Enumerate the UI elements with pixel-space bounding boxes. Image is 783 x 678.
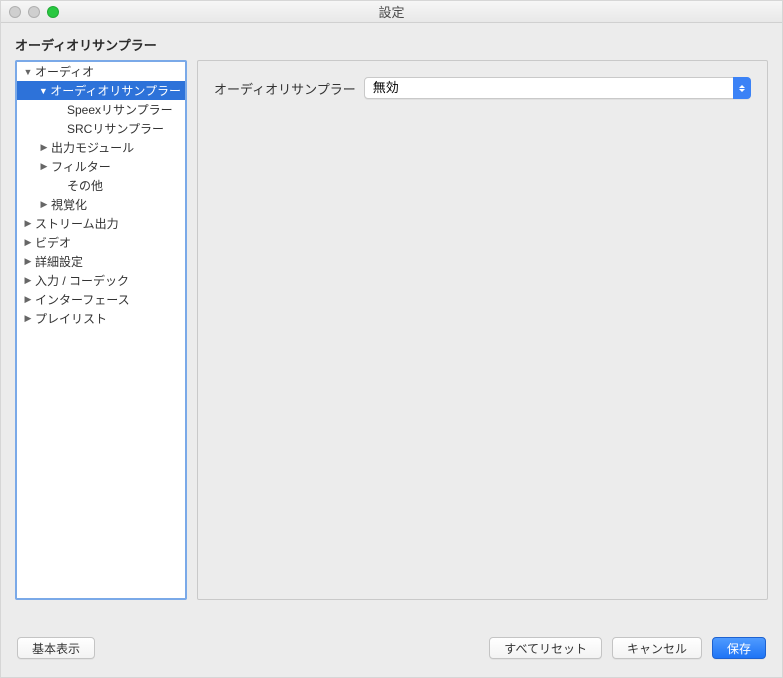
tree-item-label: 詳細設定 [33,253,83,270]
tree-item-label: 視覚化 [49,196,87,213]
resampler-select-value: 無効 [364,77,751,99]
tree-item[interactable]: ▶詳細設定 [17,252,185,271]
section-title: オーディオリサンプラー [1,23,782,60]
save-button[interactable]: 保存 [712,637,766,659]
tree-item[interactable]: ▶フィルター [17,157,185,176]
resampler-row: オーディオリサンプラー 無効 [214,77,751,99]
tree-item[interactable]: ▶入力 / コーデック [17,271,185,290]
reset-all-button[interactable]: すべてリセット [489,637,602,659]
chevron-right-icon: ▶ [39,142,49,153]
basic-view-button[interactable]: 基本表示 [17,637,95,659]
tree-item[interactable]: ▼オーディオリサンプラー [17,81,185,100]
chevron-right-icon: ▶ [23,294,33,305]
button-bar: 基本表示 すべてリセット キャンセル 保存 [1,625,782,677]
chevron-right-icon: ▶ [39,161,49,172]
tree-item-label: オーディオ [33,63,94,80]
tree-item[interactable]: ▶視覚化 [17,195,185,214]
resampler-label: オーディオリサンプラー [214,79,356,98]
tree-item-label: 入力 / コーデック [33,272,129,289]
cancel-button[interactable]: キャンセル [612,637,702,659]
chevron-right-icon: ▶ [23,313,33,324]
tree-item-label: Speexリサンプラー [65,101,173,118]
tree-item[interactable]: ▼オーディオ [17,62,185,81]
tree-item[interactable]: Speexリサンプラー [17,100,185,119]
tree: ▼オーディオ▼オーディオリサンプラーSpeexリサンプラーSRCリサンプラー▶出… [17,62,185,328]
chevron-right-icon: ▶ [23,237,33,248]
sidebar: ▼オーディオ▼オーディオリサンプラーSpeexリサンプラーSRCリサンプラー▶出… [15,60,187,600]
tree-item[interactable]: ▶ビデオ [17,233,185,252]
tree-item[interactable]: その他 [17,176,185,195]
tree-item-label: フィルター [49,158,111,175]
chevron-right-icon: ▶ [23,256,33,267]
chevron-right-icon: ▶ [23,275,33,286]
tree-item-label: 出力モジュール [49,139,134,156]
resampler-select[interactable]: 無効 [364,77,751,99]
tree-item-label: オーディオリサンプラー [48,82,181,99]
tree-item[interactable]: ▶出力モジュール [17,138,185,157]
tree-item-label: ストリーム出力 [33,215,119,232]
chevron-right-icon: ▶ [23,218,33,229]
tree-item-label: インターフェース [33,291,130,308]
tree-item[interactable]: SRCリサンプラー [17,119,185,138]
chevron-updown-icon [733,77,751,99]
titlebar: 設定 [1,1,782,23]
chevron-down-icon: ▼ [23,67,33,77]
chevron-right-icon: ▶ [39,199,49,210]
window-title: 設定 [1,2,782,21]
tree-item-label: SRCリサンプラー [65,120,164,137]
tree-item[interactable]: ▶ストリーム出力 [17,214,185,233]
tree-item-label: ビデオ [33,234,71,251]
tree-item-label: プレイリスト [33,310,107,327]
tree-item[interactable]: ▶インターフェース [17,290,185,309]
tree-item[interactable]: ▶プレイリスト [17,309,185,328]
content-area: ▼オーディオ▼オーディオリサンプラーSpeexリサンプラーSRCリサンプラー▶出… [1,60,782,600]
detail-panel: オーディオリサンプラー 無効 [197,60,768,600]
chevron-down-icon: ▼ [38,86,48,96]
tree-item-label: その他 [65,177,103,194]
